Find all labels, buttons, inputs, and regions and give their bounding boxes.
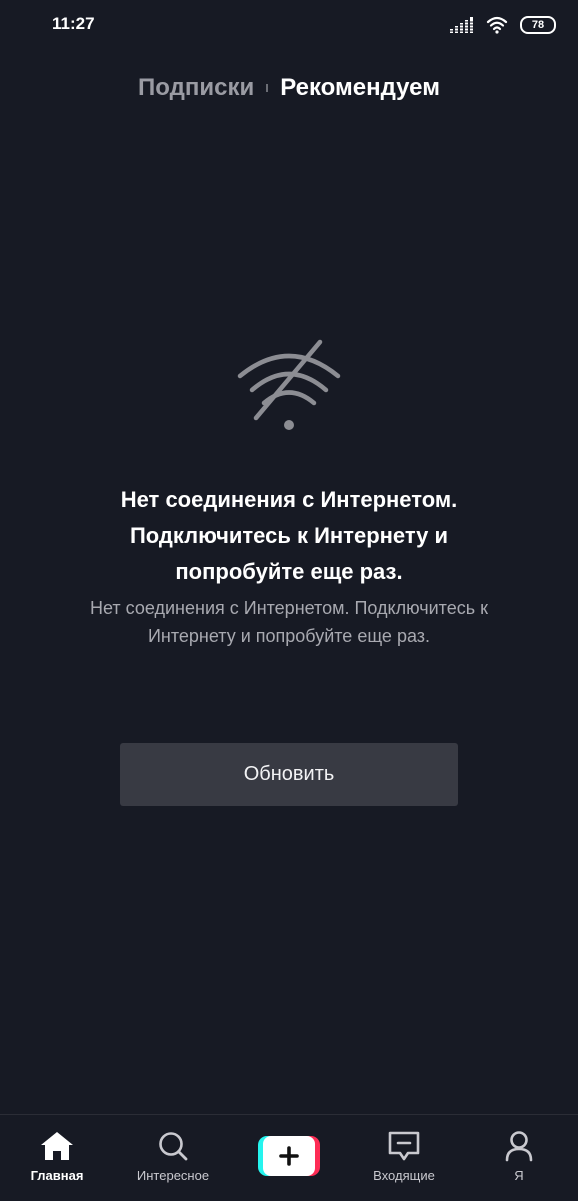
refresh-button[interactable]: Обновить: [120, 743, 458, 806]
nav-inbox-label: Входящие: [373, 1168, 435, 1183]
nav-home-label: Главная: [30, 1168, 84, 1183]
search-icon: [159, 1132, 188, 1161]
error-subtitle-line: Нет соединения с Интернетом. Подключитес…: [90, 598, 488, 618]
home-icon: [41, 1132, 73, 1160]
nav-profile[interactable]: Я: [464, 1115, 574, 1201]
inbox-icon: [388, 1131, 420, 1161]
nav-discover-label: Интересное: [136, 1168, 210, 1183]
status-bar: 11:27 78: [0, 0, 578, 50]
wifi-icon: [486, 16, 508, 34]
battery-level: 78: [531, 19, 545, 31]
nav-profile-label: Я: [514, 1168, 524, 1183]
status-time: 11:27: [52, 14, 95, 33]
signal-icon: [450, 17, 474, 33]
status-icons: 78: [450, 14, 556, 36]
create-button[interactable]: [258, 1136, 320, 1176]
tab-following[interactable]: Подписки: [138, 74, 254, 102]
nav-discover[interactable]: Интересное: [118, 1115, 228, 1201]
no-wifi-icon: [237, 339, 341, 430]
error-title: Нет соединения с Интернетом. Подключитес…: [40, 482, 538, 590]
tab-divider: [266, 84, 269, 92]
nav-home[interactable]: Главная: [2, 1115, 112, 1201]
error-title-line: Подключитесь к Интернету и: [129, 523, 449, 548]
error-subtitle: Нет соединения с Интернетом. Подключитес…: [40, 594, 538, 650]
error-title-line: Нет соединения с Интернетом.: [120, 487, 458, 512]
profile-icon: [505, 1131, 533, 1162]
feed-tabs: Подписки Рекомендуем: [0, 70, 578, 106]
battery-icon: 78: [520, 16, 556, 34]
error-title-line: попробуйте еще раз.: [175, 559, 403, 584]
tab-for-you[interactable]: Рекомендуем: [280, 74, 440, 102]
error-subtitle-line: Интернету и попробуйте еще раз.: [147, 626, 431, 646]
nav-inbox[interactable]: Входящие: [349, 1115, 459, 1201]
